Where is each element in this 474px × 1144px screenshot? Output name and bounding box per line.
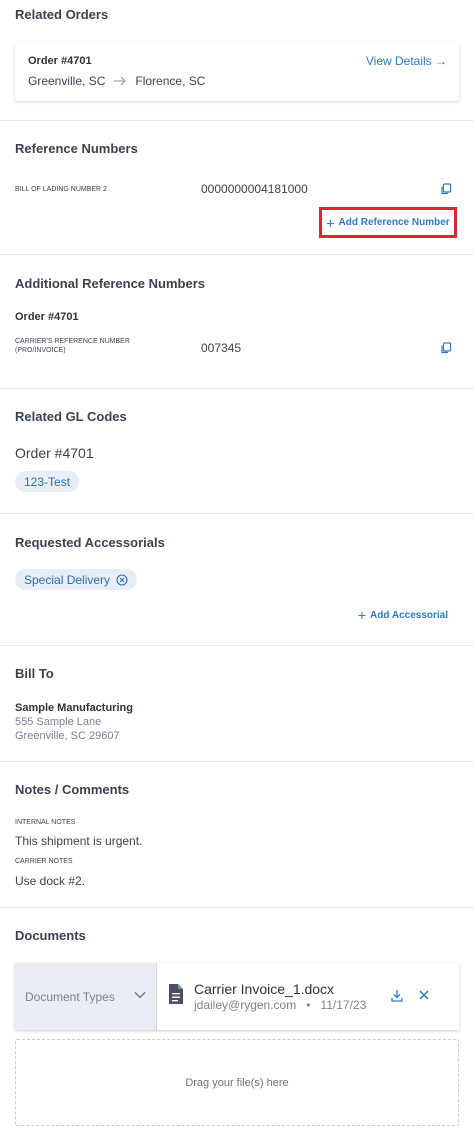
bill-of-lading-label: BILL OF LADING NUMBER 2 <box>15 186 107 193</box>
chevron-down-icon <box>134 992 146 999</box>
gl-codes-section: Related GL Codes Order #4701 123-Test <box>0 389 474 514</box>
copy-icon[interactable] <box>440 342 452 354</box>
notes-section: Notes / Comments INTERNAL NOTES This shi… <box>0 762 474 908</box>
destination-city: Florence, SC <box>135 74 206 88</box>
remove-circle-icon[interactable] <box>116 573 128 586</box>
internal-notes-label: INTERNAL NOTES <box>15 819 76 826</box>
carrier-reference-label-line2: (PRO/INVOICE) <box>15 347 66 354</box>
document-row: Document Types Carrier Invoice_1.docx jd… <box>15 963 459 1030</box>
add-reference-number-button[interactable]: + Add Reference Number <box>319 207 457 238</box>
bill-of-lading-value: 0000000004181000 <box>201 182 308 196</box>
carrier-notes-text: Use dock #2. <box>15 874 86 888</box>
internal-notes-text: This shipment is urgent. <box>15 834 143 848</box>
plus-icon: + <box>357 607 366 623</box>
view-details-link[interactable]: View Details → <box>366 54 447 68</box>
plus-icon: + <box>326 214 335 231</box>
accessorial-chip: Special Delivery <box>15 569 138 590</box>
documents-section: Documents Document Types Carrier Invoice… <box>0 908 474 1144</box>
carrier-notes-label: CARRIER NOTES <box>15 858 73 865</box>
meta-separator: • <box>306 998 311 1012</box>
carrier-reference-value: 007345 <box>201 341 242 355</box>
document-date: 11/17/23 <box>320 998 367 1012</box>
additional-reference-title: Additional Reference Numbers <box>15 276 205 291</box>
bill-to-address1: 555 Sample Lane <box>15 716 102 728</box>
document-type-placeholder: Document Types <box>25 989 115 1004</box>
add-accessorial-button[interactable]: + Add Accessorial <box>358 607 448 623</box>
carrier-reference-label-line1: CARRIER'S REFERENCE NUMBER <box>15 338 130 345</box>
gl-code-chip[interactable]: 123-Test <box>15 471 80 492</box>
document-file-name: Carrier Invoice_1.docx <box>194 981 335 997</box>
reference-numbers-title: Reference Numbers <box>15 141 138 156</box>
arrow-right-icon <box>114 76 127 86</box>
related-orders-title: Related Orders <box>15 7 109 22</box>
bill-to-section: Bill To Sample Manufacturing 555 Sample … <box>0 646 474 762</box>
bill-to-title: Bill To <box>15 666 54 681</box>
order-route: Greenville, SC Florence, SC <box>28 74 205 88</box>
document-file-icon <box>169 984 183 1004</box>
order-number: Order #4701 <box>28 55 92 67</box>
additional-reference-section: Additional Reference Numbers Order #4701… <box>0 255 474 389</box>
document-file-meta: jdailey@rygen.com • 11/17/23 <box>194 998 366 1012</box>
documents-title: Documents <box>15 928 86 943</box>
dropzone-label: Drag your file(s) here <box>185 1076 289 1089</box>
bill-to-address2: Greenville, SC 29607 <box>15 730 120 742</box>
close-icon[interactable] <box>419 990 429 1000</box>
accessorials-section: Requested Accessorials Special Delivery … <box>0 514 474 646</box>
copy-icon[interactable] <box>440 183 452 195</box>
related-orders-section: Related Orders Order #4701 Greenville, S… <box>0 0 474 121</box>
add-reference-number-label: Add Reference Number <box>338 217 450 228</box>
add-accessorial-label: Add Accessorial <box>370 609 448 621</box>
accessorials-title: Requested Accessorials <box>15 535 165 550</box>
notes-title: Notes / Comments <box>15 782 130 797</box>
additional-order-number: Order #4701 <box>15 311 79 323</box>
download-icon[interactable] <box>391 989 403 1002</box>
gl-order-number: Order #4701 <box>15 445 94 461</box>
gl-codes-title: Related GL Codes <box>15 409 127 424</box>
origin-city: Greenville, SC <box>28 74 106 88</box>
document-uploader: jdailey@rygen.com <box>194 998 297 1012</box>
document-type-select[interactable]: Document Types <box>15 963 157 1030</box>
bill-to-name: Sample Manufacturing <box>15 702 133 714</box>
accessorial-chip-label: Special Delivery <box>24 572 111 587</box>
carrier-reference-label: CARRIER'S REFERENCE NUMBER (PRO/INVOICE) <box>15 337 130 355</box>
related-order-card: Order #4701 Greenville, SC Florence, SC … <box>15 42 459 101</box>
file-dropzone[interactable]: Drag your file(s) here <box>15 1039 459 1126</box>
